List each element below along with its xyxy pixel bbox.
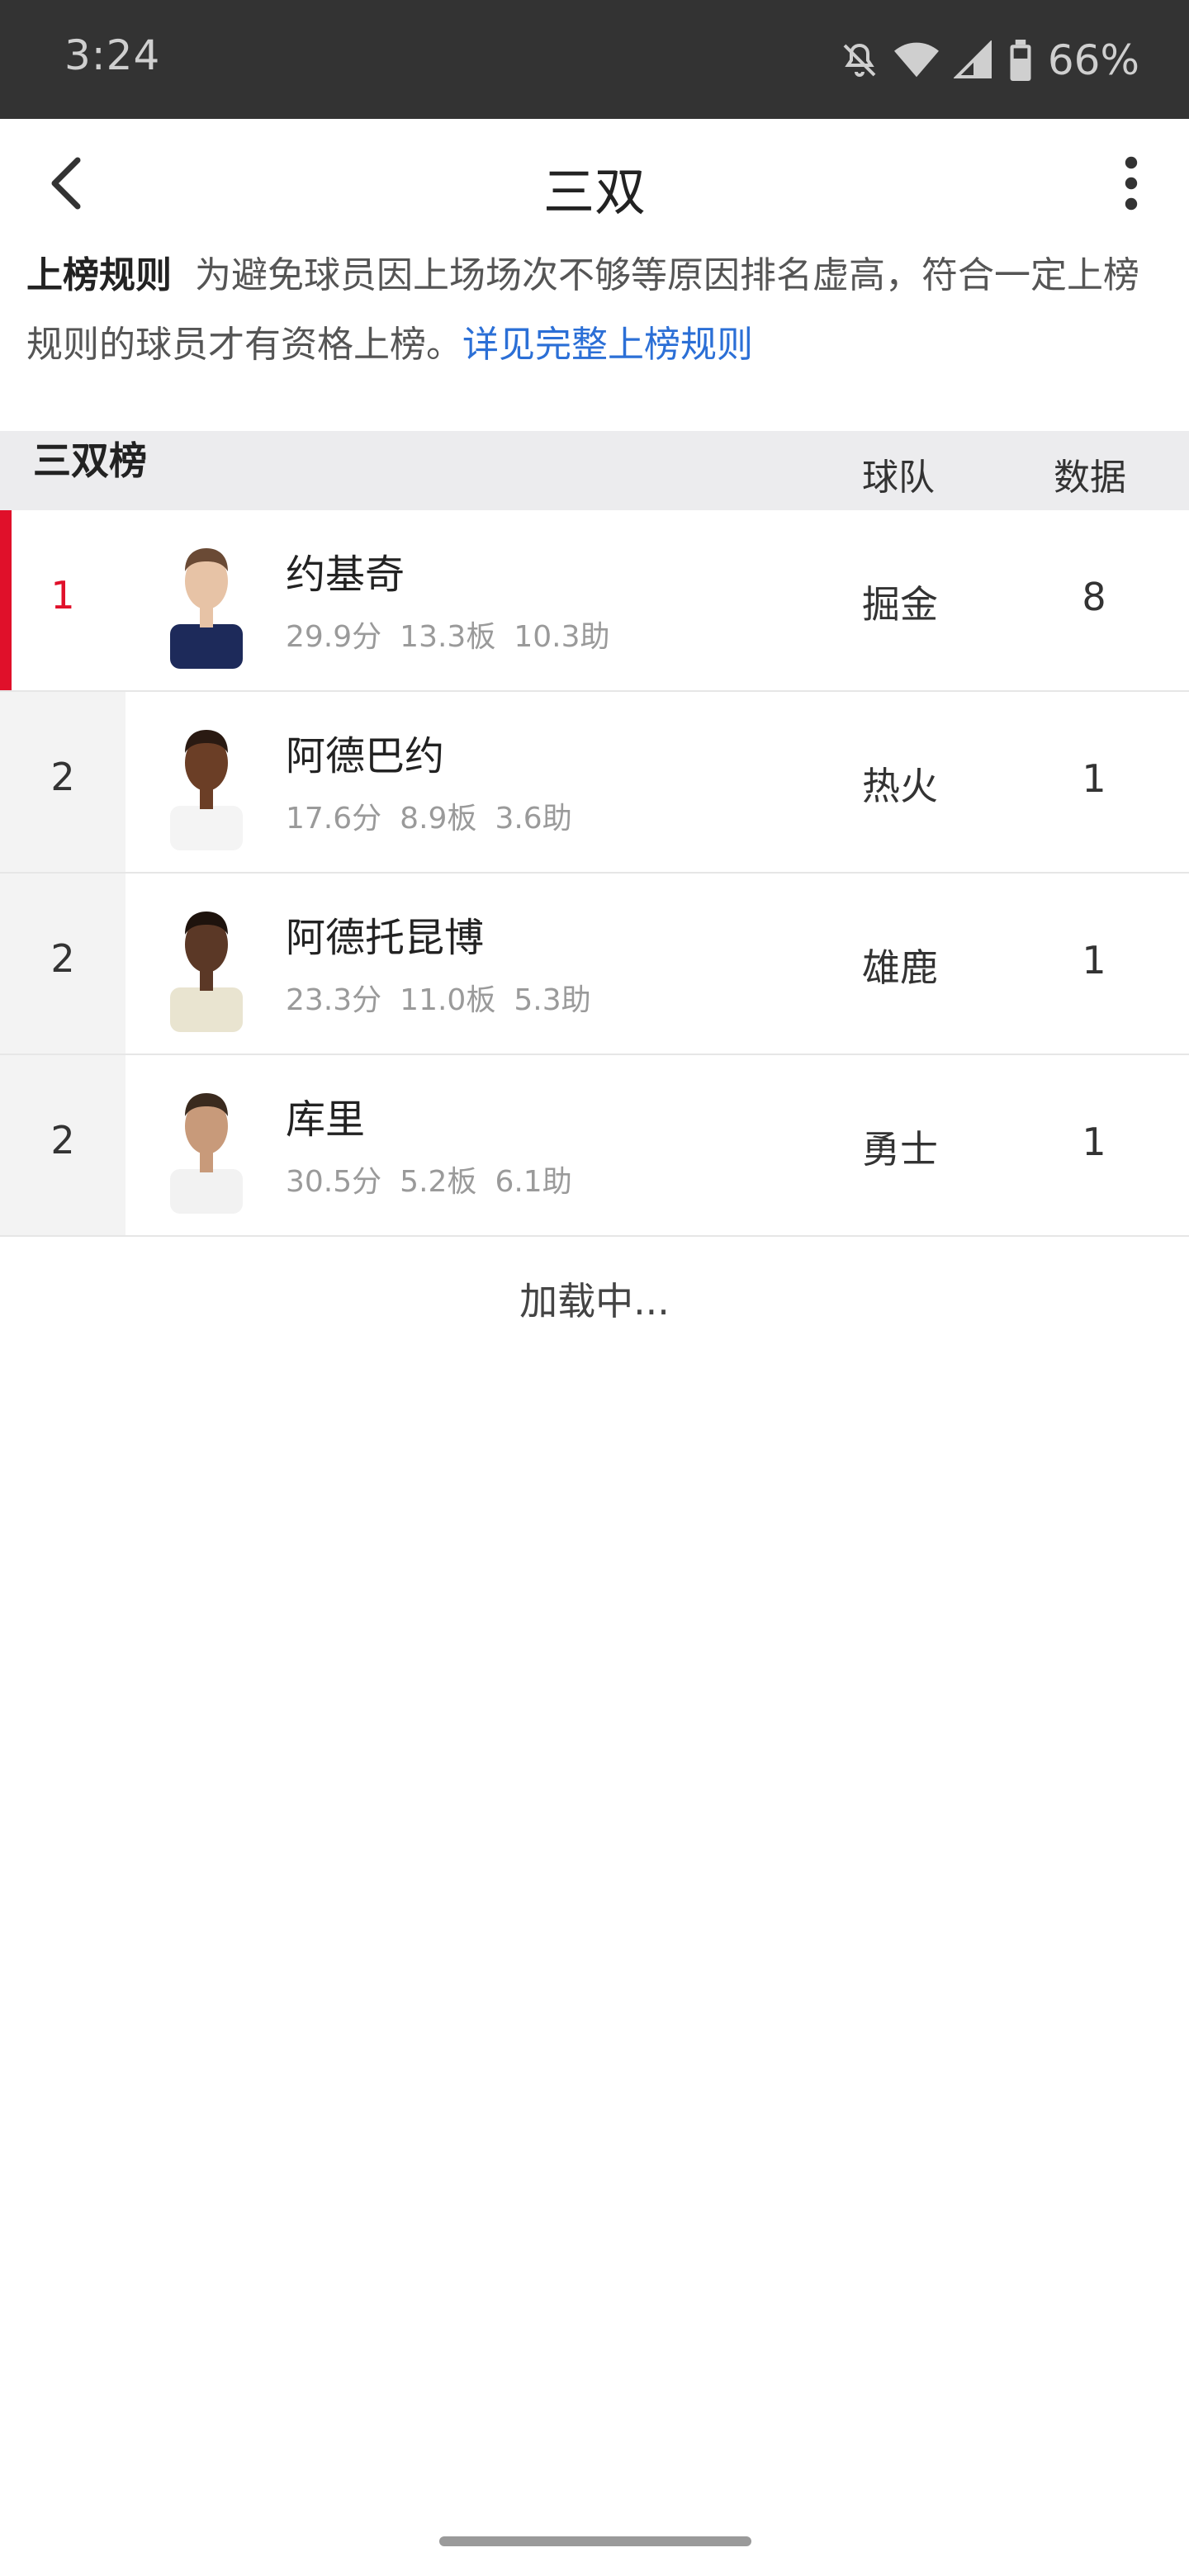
rank-cell: 2: [0, 1055, 126, 1235]
rank-cell: 1: [0, 510, 126, 690]
wifi-icon: [893, 40, 939, 80]
mute-icon: [840, 40, 879, 81]
page-title: 三双: [542, 162, 646, 222]
rebounds-stat: 5.2板: [400, 1165, 477, 1199]
table-row[interactable]: 2 阿德托昆博 23.3分 11.0板 5.3助 雄鹿 1: [0, 874, 1189, 1055]
status-icons: 66%: [840, 31, 1139, 89]
points-stat: 30.5分: [286, 1165, 382, 1199]
points-stat: 29.9分: [286, 620, 382, 654]
rebounds-stat: 11.0板: [400, 983, 496, 1017]
ranking-list: 1 约基奇 29.9分 13.3板 10.3助 掘金 8 2 阿德巴约 17.6…: [0, 510, 1189, 1237]
player-name: 库里: [286, 1096, 366, 1143]
rank-cell: 2: [0, 874, 126, 1054]
assists-stat: 6.1助: [495, 1165, 572, 1199]
rank-number: 2: [50, 936, 75, 981]
rank-cell: 2: [0, 692, 126, 872]
player-name: 阿德托昆博: [286, 915, 485, 961]
rules-title: 上榜规则: [26, 254, 172, 296]
column-header-stat: 数据: [1054, 457, 1126, 499]
column-header-team: 球队: [862, 457, 935, 499]
player-stats: 30.5分 5.2板 6.1助: [286, 1158, 590, 1200]
points-stat: 23.3分: [286, 983, 382, 1017]
stat-value: 1: [1082, 1120, 1106, 1164]
rank-number: 2: [50, 755, 75, 799]
battery-icon: [1008, 40, 1033, 81]
team-name: 掘金: [862, 582, 938, 627]
stat-value: 1: [1082, 938, 1106, 983]
team-name: 雄鹿: [862, 945, 938, 990]
rank-number: 2: [50, 1118, 75, 1163]
stat-value: 8: [1082, 575, 1106, 619]
stat-value: 1: [1082, 756, 1106, 801]
team-name: 热火: [862, 764, 938, 808]
player-stats: 29.9分 13.3板 10.3助: [286, 613, 628, 656]
rules-section: 上榜规则 为避免球员因上场场次不够等原因排名虚高，符合一定上榜规则的球员才有资格…: [26, 241, 1163, 380]
signal-icon: [953, 40, 993, 80]
rank-number: 1: [50, 573, 75, 618]
assists-stat: 3.6助: [495, 802, 572, 836]
table-row[interactable]: 2 库里 30.5分 5.2板 6.1助 勇士 1: [0, 1055, 1189, 1237]
avatar: [170, 1093, 243, 1214]
player-name: 约基奇: [286, 552, 405, 598]
screen: 3:24 66% 三双 上榜规则 为避免球员因上场场次不够等原因排名虚高，符合一…: [0, 0, 1189, 2576]
avatar: [170, 548, 243, 669]
rebounds-stat: 13.3板: [400, 620, 496, 654]
rebounds-stat: 8.9板: [400, 802, 477, 836]
table-header: 三双榜 球队 数据: [0, 431, 1189, 510]
table-row[interactable]: 2 阿德巴约 17.6分 8.9板 3.6助 热火 1: [0, 692, 1189, 874]
app-bar: 三双: [0, 119, 1189, 244]
table-title: 三双榜: [33, 438, 147, 483]
more-vertical-icon: [1123, 156, 1139, 214]
player-stats: 23.3分 11.0板 5.3助: [286, 976, 609, 1019]
status-time: 3:24: [64, 31, 161, 79]
avatar: [170, 912, 243, 1032]
status-bar: 3:24 66%: [0, 0, 1189, 119]
assists-stat: 10.3助: [514, 620, 610, 654]
home-indicator[interactable]: [439, 2536, 751, 2546]
points-stat: 17.6分: [286, 802, 382, 836]
team-name: 勇士: [862, 1127, 938, 1172]
assists-stat: 5.3助: [514, 983, 591, 1017]
player-name: 阿德巴约: [286, 733, 445, 779]
table-row[interactable]: 1 约基奇 29.9分 13.3板 10.3助 掘金 8: [0, 510, 1189, 692]
loading-indicator: 加载中...: [519, 1279, 670, 1324]
battery-percent: 66%: [1047, 36, 1139, 84]
player-stats: 17.6分 8.9板 3.6助: [286, 794, 590, 837]
rules-link[interactable]: 详见完整上榜规则: [462, 324, 753, 366]
more-button[interactable]: [1098, 152, 1164, 218]
avatar: [170, 730, 243, 850]
